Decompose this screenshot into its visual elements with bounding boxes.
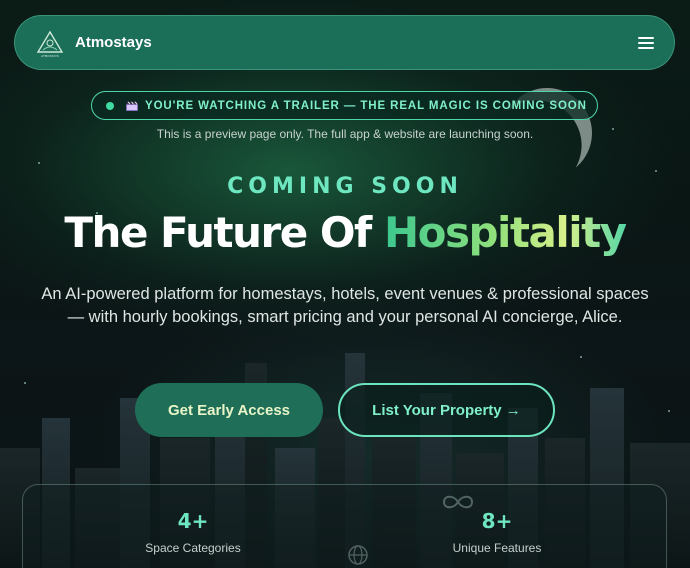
- navbar: ATMOSTAYS Atmostays: [14, 15, 675, 70]
- stat-value: 4+: [177, 509, 209, 533]
- stat-unique-features: 8+ Unique Features: [397, 509, 597, 555]
- hero-subtitle: An AI-powered platform for homestays, ho…: [41, 285, 649, 326]
- headline-accent: Hospitality: [383, 208, 627, 257]
- preview-note: This is a preview page only. The full ap…: [156, 127, 534, 141]
- stat-label: Space Categories: [145, 541, 241, 555]
- eyebrow-heading: COMING SOON: [227, 174, 463, 199]
- trailer-banner: YOU'RE WATCHING A TRAILER — THE REAL MAG…: [91, 91, 598, 120]
- stat-space-categories: 4+ Space Categories: [93, 509, 293, 555]
- stat-value: 8+: [481, 509, 513, 533]
- headline-main: The Future Of: [64, 208, 384, 257]
- infinity-icon: [442, 495, 474, 509]
- banner-text: YOU'RE WATCHING A TRAILER — THE REAL MAG…: [145, 99, 587, 112]
- brand-name[interactable]: Atmostays: [75, 34, 152, 51]
- status-dot-icon: [106, 101, 114, 110]
- logo-caption: ATMOSTAYS: [41, 54, 59, 58]
- clapperboard-icon: [126, 101, 138, 111]
- get-early-access-button[interactable]: Get Early Access: [135, 383, 323, 437]
- atmostays-logo-icon[interactable]: ATMOSTAYS: [35, 28, 65, 58]
- page-title: The Future Of Hospitality: [0, 208, 690, 257]
- stats-panel: 4+ Space Categories 8+ Unique Features: [22, 484, 667, 568]
- list-your-property-button[interactable]: List Your Property →: [338, 383, 555, 437]
- hamburger-menu-icon[interactable]: [638, 36, 654, 49]
- stat-label: Unique Features: [452, 541, 542, 555]
- globe-icon: [348, 545, 368, 565]
